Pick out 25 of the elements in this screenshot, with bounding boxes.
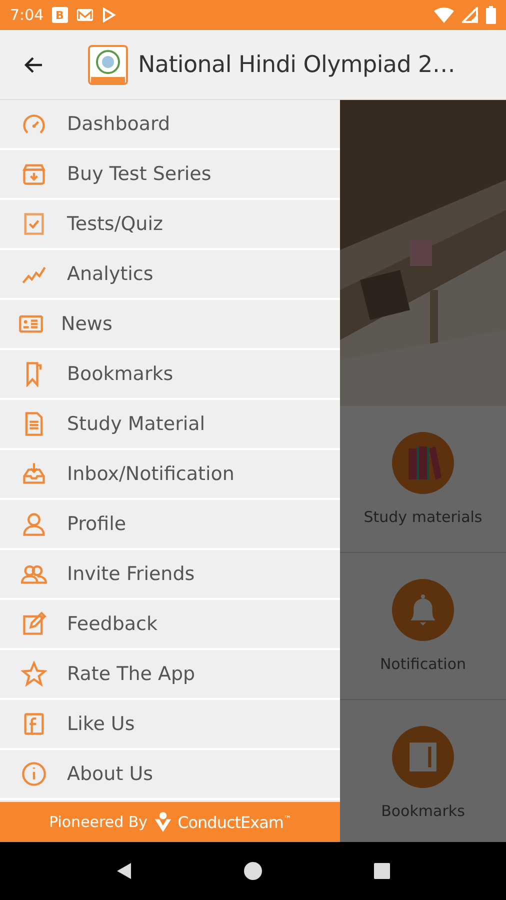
- info-icon: [21, 761, 47, 787]
- edit-icon: [21, 611, 47, 637]
- play-icon: [102, 7, 116, 23]
- books-icon: [392, 432, 454, 494]
- brand-name: ConductExam$^{™}$: [178, 812, 291, 832]
- battery-icon: [486, 6, 496, 24]
- person-logo-icon: [154, 811, 172, 833]
- bell-icon: [392, 579, 454, 641]
- inbox-icon: [21, 461, 47, 487]
- mail-icon: [76, 7, 94, 23]
- tile-label: Bookmarks: [381, 802, 465, 820]
- footer-label: Pioneered By: [49, 813, 148, 831]
- star-icon: [21, 661, 47, 687]
- notification-icon: B: [52, 7, 68, 23]
- signal-icon: [462, 7, 478, 23]
- person-icon: [21, 511, 47, 537]
- wifi-icon: [434, 7, 454, 23]
- home-icon[interactable]: [242, 861, 263, 881]
- app-logo-icon: [88, 44, 128, 84]
- book-icon: [392, 726, 454, 788]
- tile-label: Notification: [380, 655, 466, 673]
- tile-label: Study materials: [364, 508, 482, 526]
- app-title: National Hindi Olympiad 2…: [138, 52, 456, 78]
- recents-icon[interactable]: [372, 861, 392, 881]
- clock: 7:04: [10, 6, 44, 24]
